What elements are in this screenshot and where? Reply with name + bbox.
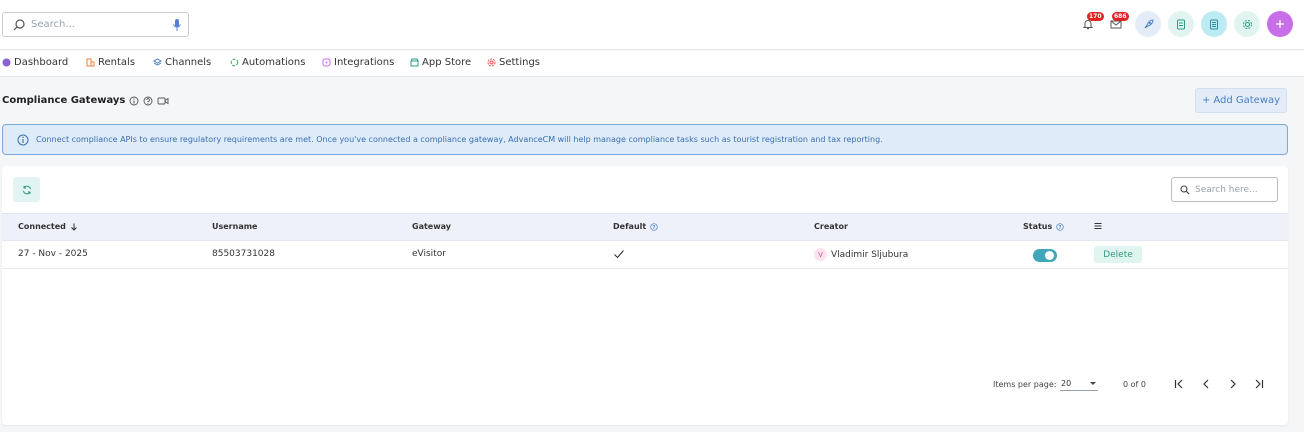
column-label: Gateway (412, 222, 451, 231)
menu-icon (1094, 223, 1102, 229)
svg-text:?: ? (653, 224, 656, 230)
page-title-text: Compliance Gateways (2, 95, 126, 106)
delete-button[interactable]: Delete (1094, 246, 1142, 263)
notes-button[interactable] (1201, 11, 1227, 37)
cell-creator: V Vladimir Sljubura (814, 248, 908, 261)
nav-item-dashboard[interactable]: Dashboard (2, 57, 68, 68)
settings-icon (487, 58, 496, 67)
nav-item-integrations[interactable]: Integrations (322, 57, 394, 68)
reports-button[interactable] (1168, 11, 1194, 37)
notes-icon (1210, 19, 1218, 29)
status-toggle[interactable] (1033, 249, 1057, 262)
checkmark-icon (614, 250, 624, 259)
last-page-icon[interactable] (1253, 378, 1265, 390)
add-gateway-label: Add Gateway (1213, 95, 1281, 106)
nav-item-rentals[interactable]: Rentals (86, 57, 135, 68)
column-creator[interactable]: Creator (814, 222, 848, 231)
column-label: Creator (814, 222, 848, 231)
settings-shortcut-button[interactable] (1234, 11, 1260, 37)
table-row[interactable]: 27 - Nov - 2025 85503731028 eVisitor V V… (2, 241, 1288, 269)
nav-item-label: Integrations (334, 57, 395, 68)
info-circle-icon (17, 134, 29, 145)
rocket-icon (1144, 18, 1154, 28)
search-icon (13, 19, 25, 31)
search-placeholder: Search... (31, 19, 75, 30)
automations-icon (230, 58, 239, 67)
column-label: Status (1023, 222, 1053, 231)
help-icon[interactable]: ? (650, 222, 658, 231)
rentals-icon (86, 58, 95, 67)
column-gateway[interactable]: Gateway (412, 222, 451, 231)
next-page-icon[interactable] (1227, 378, 1239, 390)
column-default[interactable]: Default ? (613, 222, 658, 231)
column-label: Username (212, 222, 258, 231)
items-per-page-value: 20 (1061, 379, 1072, 388)
video-icon[interactable] (157, 96, 169, 106)
nav-item-label: Dashboard (14, 57, 69, 68)
help-icon[interactable] (143, 96, 153, 106)
channels-icon (153, 58, 162, 66)
toggle-knob (1045, 251, 1054, 260)
column-status[interactable]: Status ? (1023, 222, 1064, 231)
items-per-page-label: Items per page: (993, 380, 1057, 389)
dashboard-icon (2, 58, 11, 67)
nav-item-label: Settings (499, 57, 541, 68)
cell-connected: 27 - Nov - 2025 (18, 249, 88, 259)
top-bar: Search... 170 686 (0, 0, 1304, 50)
items-per-page-select[interactable]: 20 (1060, 377, 1098, 391)
document-icon (1177, 19, 1185, 29)
notifications-badge: 170 (1087, 12, 1104, 21)
previous-page-icon[interactable] (1200, 378, 1212, 390)
nav-item-settings[interactable]: Settings (487, 57, 540, 68)
rocket-button[interactable] (1135, 11, 1161, 37)
messages-badge: 686 (1112, 12, 1129, 21)
global-search-input[interactable]: Search... (2, 12, 189, 37)
table-search-placeholder: Search here... (1195, 185, 1258, 195)
creator-name: Vladimir Sljubura (831, 249, 909, 260)
nav-item-label: Rentals (98, 57, 136, 68)
integrations-icon (322, 58, 331, 67)
info-banner-text: Connect compliance APIs to ensure regula… (36, 135, 883, 144)
messages-button[interactable]: 686 (1103, 11, 1129, 37)
svg-text:?: ? (1059, 224, 1062, 230)
chevron-down-icon (1090, 382, 1096, 385)
info-icon[interactable] (129, 96, 139, 106)
notifications-button[interactable]: 170 (1075, 11, 1104, 37)
nav-item-label: Channels (165, 57, 212, 68)
column-username[interactable]: Username (212, 222, 257, 231)
nav-item-app-store[interactable]: App Store (410, 57, 471, 68)
gear-icon (1242, 19, 1252, 29)
nav-item-label: Automations (242, 57, 306, 68)
plus-icon: + (1201, 95, 1211, 106)
refresh-button[interactable] (13, 177, 40, 202)
main-nav: Dashboard Rentals Channels Automations I… (0, 51, 1304, 77)
info-banner: Connect compliance APIs to ensure regula… (2, 124, 1288, 155)
nav-item-channels[interactable]: Channels (153, 57, 211, 68)
app-store-icon (410, 58, 419, 67)
column-label: Default (613, 222, 647, 231)
page-title: Compliance Gateways (2, 95, 169, 106)
cell-gateway: eVisitor (412, 249, 446, 259)
cell-username: 85503731028 (212, 249, 275, 259)
nav-item-label: App Store (422, 57, 472, 68)
avatar: V (814, 248, 827, 261)
pagination-range: 0 of 0 (1123, 380, 1146, 389)
column-menu-button[interactable] (1094, 222, 1102, 230)
cell-default (613, 248, 625, 260)
first-page-icon[interactable] (1173, 378, 1185, 390)
help-icon[interactable]: ? (1056, 222, 1064, 231)
column-label: Connected (18, 222, 66, 231)
create-new-button[interactable] (1267, 11, 1293, 37)
table-search-input[interactable]: Search here... (1171, 177, 1278, 202)
search-icon (1180, 185, 1190, 195)
microphone-icon[interactable] (172, 18, 182, 32)
column-connected[interactable]: Connected (18, 222, 78, 231)
sort-down-icon (71, 223, 77, 231)
gateways-card: Search here... Connected Username Gatewa… (2, 166, 1288, 425)
add-gateway-button[interactable]: + Add Gateway (1195, 88, 1287, 113)
plus-icon (1276, 20, 1284, 28)
table-header: Connected Username Gateway Default ? Cre… (2, 213, 1288, 241)
refresh-icon (22, 185, 31, 194)
nav-item-automations[interactable]: Automations (230, 57, 305, 68)
